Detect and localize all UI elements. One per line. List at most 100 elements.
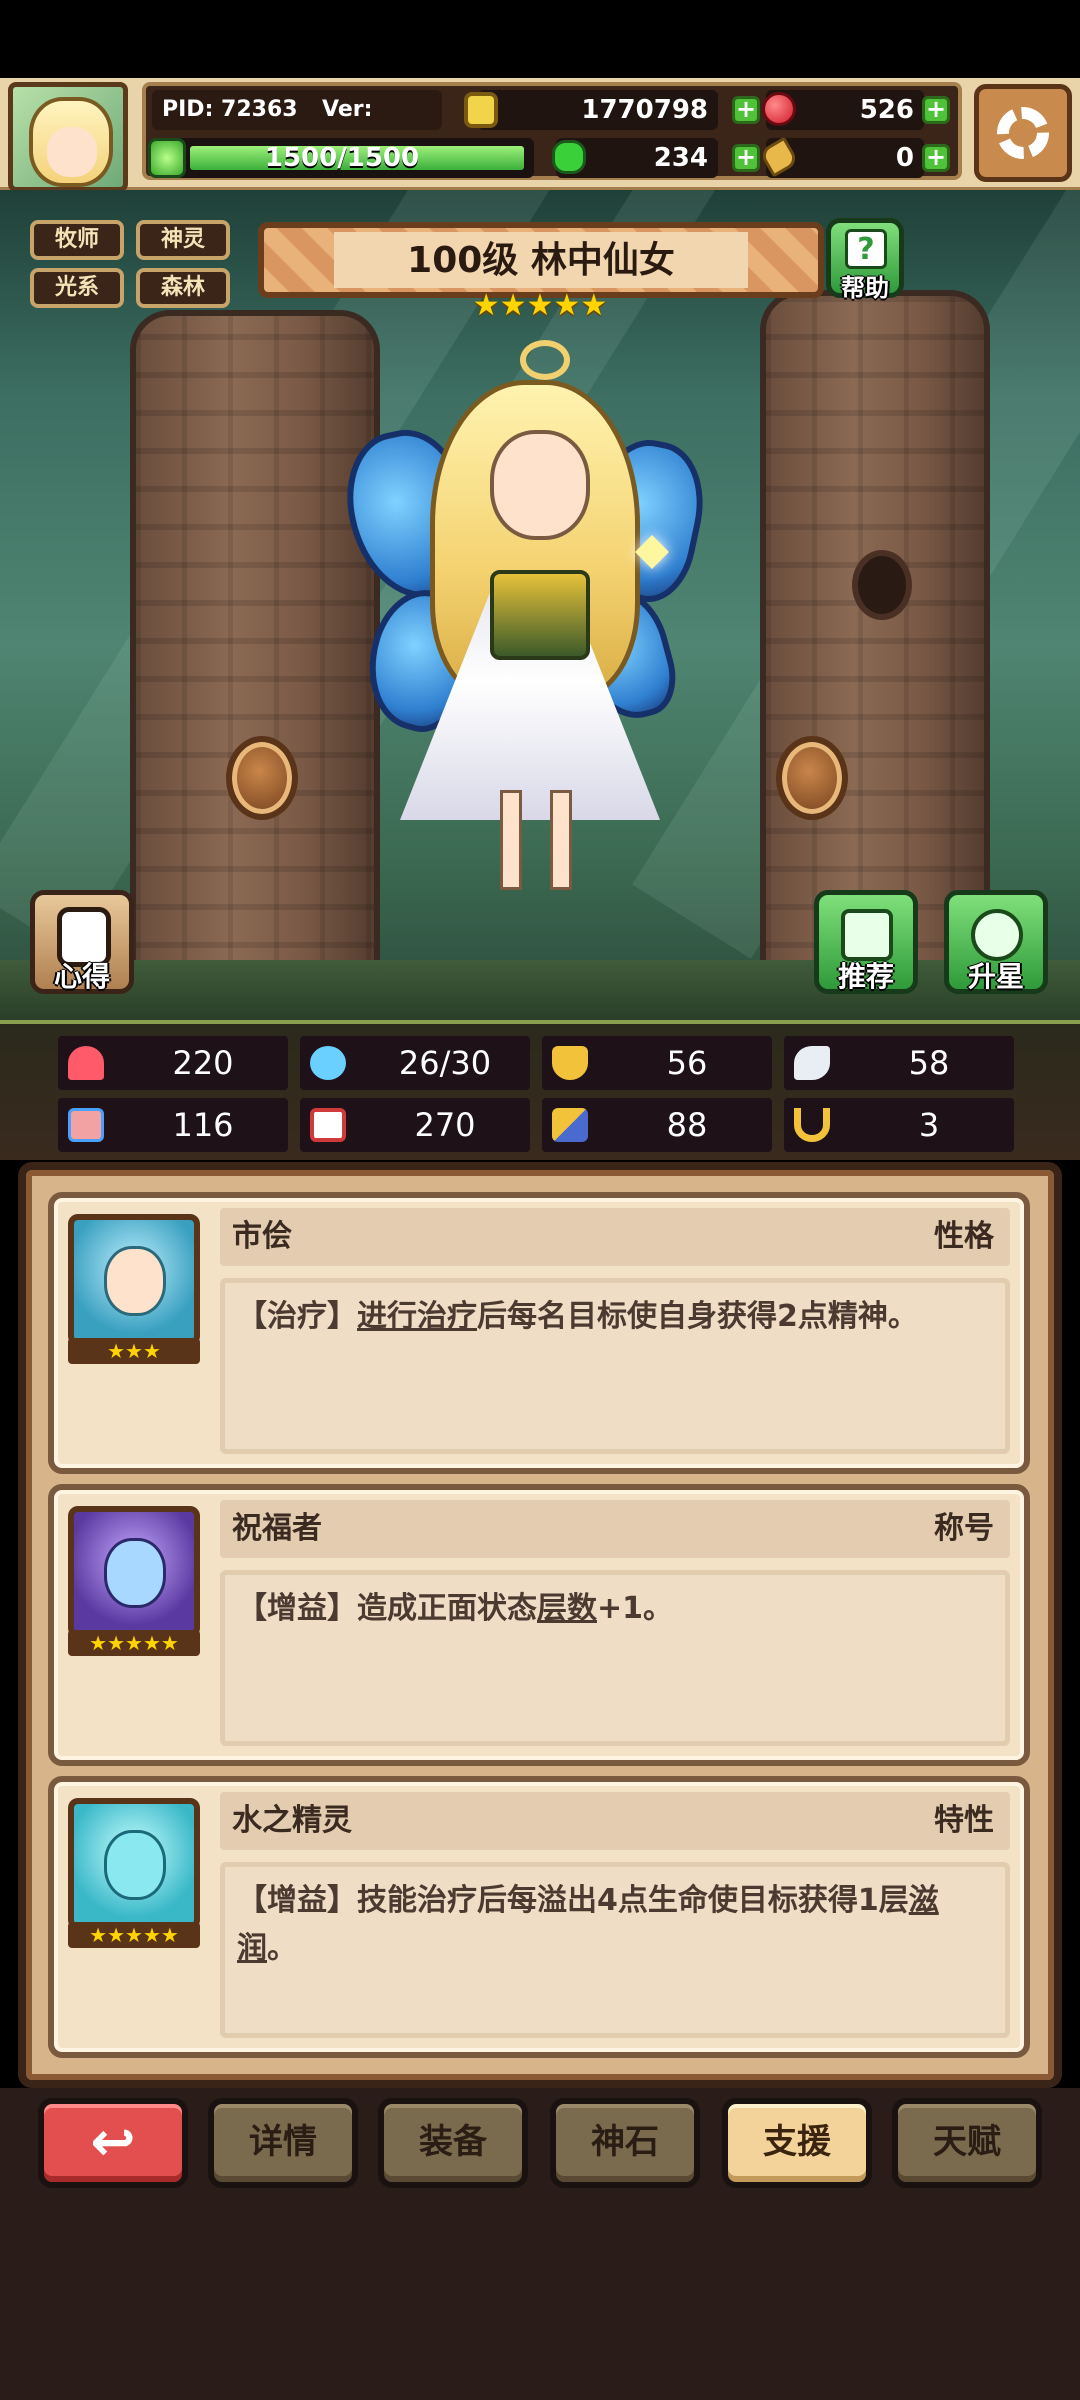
- tab-details[interactable]: 详情: [208, 2098, 358, 2188]
- support-card[interactable]: ★★★ 市侩 性格 【治疗】进行治疗后每名目标使自身获得2点精神。: [48, 1192, 1030, 1474]
- tree-hole: [852, 550, 912, 620]
- exp-text: 1500/1500: [264, 143, 420, 173]
- resource-panel: PID: 72363 Ver: 1.0.1.14 1770798 + 526 +…: [142, 82, 962, 180]
- stat-magic-value: 270: [414, 1106, 476, 1144]
- gold-value: 1770798: [581, 95, 708, 125]
- star-up-button[interactable]: 升星: [944, 890, 1048, 994]
- fist-icon: [68, 1108, 104, 1142]
- gold-add-button[interactable]: +: [732, 96, 760, 124]
- card-type: 性格: [934, 1219, 994, 1254]
- card-text-rest: +1。: [597, 1591, 674, 1626]
- card-name: 市侩: [232, 1219, 292, 1254]
- fairy-character: [333, 340, 720, 900]
- card-name: 水之精灵: [232, 1803, 352, 1838]
- halo-icon: [520, 340, 570, 380]
- card-text-rest: 。: [267, 1931, 297, 1966]
- stat-defense: 56: [542, 1036, 772, 1090]
- back-button[interactable]: ↩: [38, 2098, 188, 2188]
- key-chip: 0: [758, 136, 924, 178]
- stat-speed-value: 58: [908, 1044, 950, 1082]
- clover-chip: 234: [552, 138, 718, 178]
- recommend-label: 推荐: [837, 960, 894, 993]
- gem-value: 526: [859, 95, 914, 125]
- stats-panel: 220 26/30 56 58 116 270 88 3: [0, 1020, 1080, 1160]
- gold-coin-icon: [464, 92, 498, 128]
- insight-label: 心得: [53, 960, 110, 993]
- stat-hp-value: 220: [172, 1044, 234, 1082]
- stat-resist: 88: [542, 1098, 772, 1152]
- shield-icon: [552, 1046, 588, 1080]
- stat-attack: 116: [58, 1098, 288, 1152]
- support-panel: ★★★ 市侩 性格 【治疗】进行治疗后每名目标使自身获得2点精神。 ★★★★★ …: [18, 1162, 1062, 2088]
- support-portrait: [68, 1506, 200, 1638]
- help-button[interactable]: ? 帮助: [826, 218, 904, 302]
- star-up-label: 升星: [967, 960, 1024, 993]
- card-text-prefix: 【增益】造成正面状态: [237, 1591, 537, 1626]
- card-header: 水之精灵 特性: [220, 1792, 1010, 1850]
- help-label: 帮助: [841, 274, 889, 302]
- clover-icon: [552, 140, 586, 174]
- book-icon: [310, 1108, 346, 1142]
- clover-add-button[interactable]: +: [732, 144, 760, 172]
- support-stars: ★★★★★: [68, 1922, 200, 1948]
- insight-button[interactable]: 心得: [30, 890, 134, 994]
- gold-chip: 1770798: [464, 90, 718, 130]
- pid-text: PID: 72363: [162, 97, 298, 122]
- support-card[interactable]: ★★★★★ 祝福者 称号 【增益】造成正面状态层数+1。: [48, 1484, 1030, 1766]
- question-icon: ?: [845, 229, 887, 269]
- water-drop-icon: [310, 1046, 346, 1080]
- pid-chip: PID: 72363 Ver: 1.0.1.14: [152, 90, 442, 162]
- stat-mana: 26/30: [300, 1036, 530, 1090]
- hero-star-rating: ★★★★★: [472, 288, 608, 323]
- key-icon: [758, 136, 800, 178]
- tab-equipment[interactable]: 装备: [378, 2098, 528, 2188]
- bottom-nav: ↩ 详情 装备 神石 支援 天赋: [0, 2088, 1080, 2400]
- card-text-rest: 后每名目标使自身获得2点精神。: [477, 1299, 918, 1334]
- stat-mana-value: 26/30: [398, 1044, 492, 1082]
- star-icon: [971, 909, 1023, 961]
- card-text-prefix: 【治疗】: [237, 1299, 357, 1334]
- stat-defense-value: 56: [666, 1044, 708, 1082]
- card-description: 【增益】造成正面状态层数+1。: [220, 1570, 1010, 1746]
- exp-bar: 1500/1500: [148, 138, 534, 178]
- tab-godstone[interactable]: 神石: [550, 2098, 700, 2188]
- hero-title-plate: 100级 林中仙女: [258, 222, 824, 298]
- tab-support[interactable]: 支援: [722, 2098, 872, 2188]
- clover-value: 234: [653, 143, 708, 173]
- stat-resist-value: 88: [666, 1106, 708, 1144]
- stat-speed: 58: [784, 1036, 1014, 1090]
- tab-talent[interactable]: 天赋: [892, 2098, 1042, 2188]
- card-description: 【治疗】进行治疗后每名目标使自身获得2点精神。: [220, 1278, 1010, 1454]
- settings-gear-icon[interactable]: [974, 84, 1072, 182]
- recommend-button[interactable]: 推荐: [814, 890, 918, 994]
- support-portrait: [68, 1214, 200, 1346]
- tag-light: 光系: [30, 268, 124, 308]
- stat-luck: 3: [784, 1098, 1014, 1152]
- card-description: 【增益】技能治疗后每溢出4点生命使目标获得1层滋润。: [220, 1862, 1010, 2038]
- card-text-link[interactable]: 进行治疗: [357, 1299, 477, 1334]
- card-text-link[interactable]: 层数: [537, 1591, 597, 1626]
- card-text-prefix: 【增益】技能治疗后每溢出4点生命使目标获得1层: [237, 1883, 909, 1918]
- forest-ground: [0, 960, 1080, 1020]
- left-wood-token-icon: [226, 736, 298, 820]
- tag-deity: 神灵: [136, 220, 230, 260]
- top-resource-bar: PID: 72363 Ver: 1.0.1.14 1770798 + 526 +…: [0, 78, 1080, 193]
- support-card[interactable]: ★★★★★ 水之精灵 特性 【增益】技能治疗后每溢出4点生命使目标获得1层滋润。: [48, 1776, 1030, 2058]
- player-avatar[interactable]: [8, 82, 128, 192]
- key-add-button[interactable]: +: [922, 144, 950, 172]
- horseshoe-icon: [794, 1108, 830, 1142]
- gem-add-button[interactable]: +: [922, 96, 950, 124]
- stat-attack-value: 116: [172, 1106, 234, 1144]
- tag-forest: 森林: [136, 268, 230, 308]
- key-value: 0: [895, 143, 914, 173]
- card-header: 市侩 性格: [220, 1208, 1010, 1266]
- stat-luck-value: 3: [918, 1106, 940, 1144]
- stairs-icon: [552, 1108, 588, 1142]
- heart-icon: [68, 1046, 104, 1080]
- card-name: 祝福者: [232, 1511, 322, 1546]
- support-portrait: [68, 1798, 200, 1930]
- thumbs-up-icon: [841, 909, 893, 961]
- wing-icon: [794, 1046, 830, 1080]
- stat-magic: 270: [300, 1098, 530, 1152]
- stat-hp: 220: [58, 1036, 288, 1090]
